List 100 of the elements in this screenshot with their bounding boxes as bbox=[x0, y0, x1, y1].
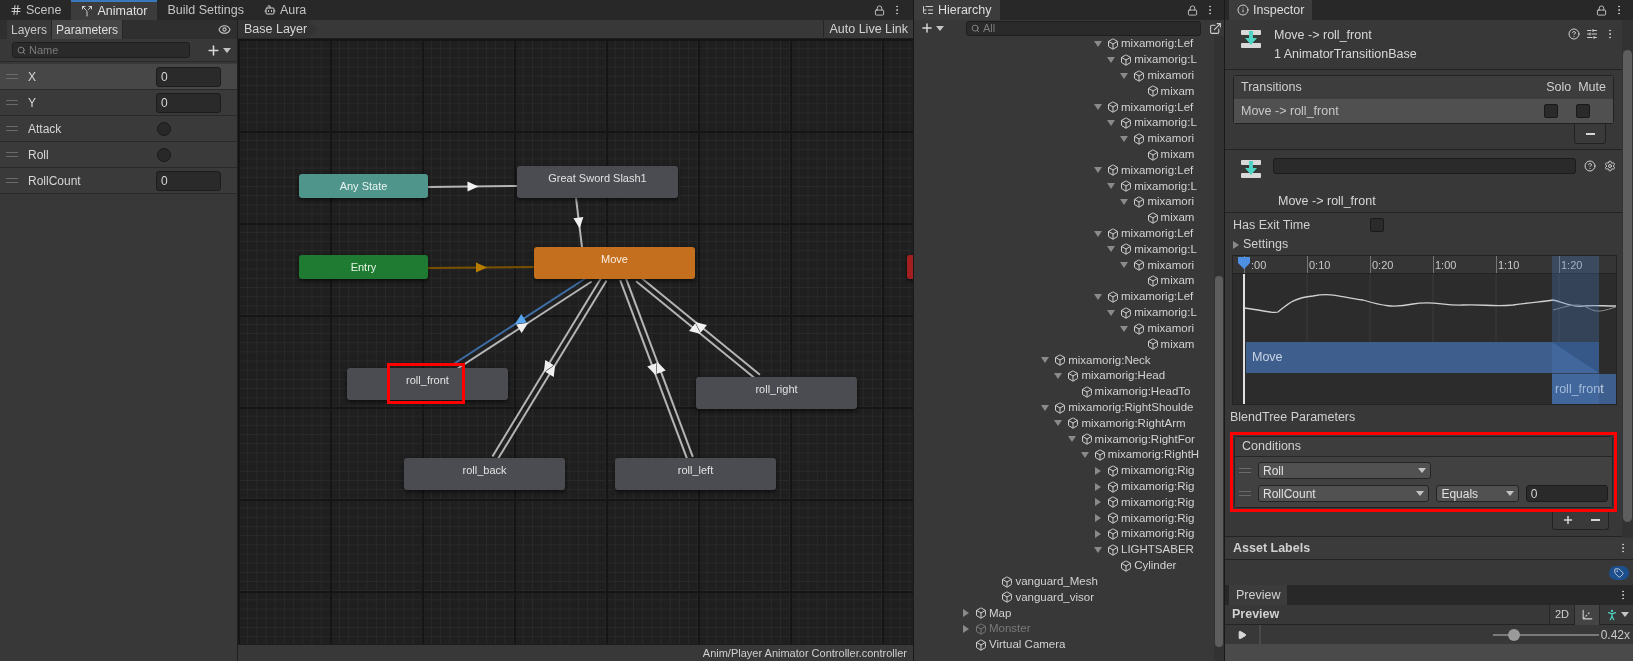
preview-tab[interactable]: Preview bbox=[1229, 585, 1288, 605]
editor-tab[interactable]: Animator bbox=[71, 0, 158, 20]
disclosure-triangle-icon[interactable] bbox=[1107, 55, 1116, 64]
disclosure-triangle-icon[interactable] bbox=[1107, 308, 1116, 317]
hierarchy-item[interactable]: mixamorig:RightArm bbox=[914, 415, 1214, 432]
checkbox[interactable] bbox=[1576, 104, 1590, 118]
hierarchy-item[interactable]: mixamori bbox=[914, 257, 1214, 274]
disclosure-triangle-icon[interactable] bbox=[1120, 198, 1129, 207]
search-field[interactable]: Name bbox=[12, 42, 190, 58]
hierarchy-item[interactable]: mixamori bbox=[914, 320, 1214, 337]
hierarchy-item[interactable]: Virtual Camera bbox=[914, 636, 1214, 653]
editor-tab[interactable]: Build Settings bbox=[157, 0, 254, 20]
disclosure-triangle-icon[interactable] bbox=[1107, 245, 1116, 254]
panel-tab[interactable]: Layers bbox=[7, 20, 53, 39]
checkbox[interactable] bbox=[157, 121, 171, 136]
hierarchy-item[interactable]: mixamorig:Rig bbox=[914, 510, 1214, 527]
dropdown[interactable]: Roll bbox=[1258, 462, 1431, 479]
hierarchy-item[interactable]: mixam bbox=[914, 336, 1214, 353]
value-field[interactable]: 0 bbox=[156, 66, 221, 87]
disclosure-triangle-icon[interactable] bbox=[1041, 403, 1050, 412]
disclosure-triangle-icon[interactable] bbox=[1094, 498, 1102, 507]
hierarchy-item[interactable]: Map bbox=[914, 605, 1214, 622]
hierarchy-item[interactable]: mixamorig:Lef bbox=[914, 162, 1214, 179]
hierarchy-item[interactable]: mixamorig:Neck bbox=[914, 352, 1214, 369]
presets-icon[interactable] bbox=[1586, 28, 1598, 40]
hierarchy-item[interactable]: mixamori bbox=[914, 194, 1214, 210]
name-field[interactable] bbox=[1273, 158, 1576, 174]
eye-icon[interactable] bbox=[218, 23, 231, 36]
state-node[interactable]: Great Sword Slash1 bbox=[517, 166, 678, 198]
hierarchy-item[interactable]: mixamorig:Lef bbox=[914, 36, 1214, 52]
hierarchy-item[interactable]: Cylinder bbox=[914, 557, 1214, 574]
drag-handle-icon[interactable] bbox=[6, 178, 18, 183]
disclosure-triangle-icon[interactable] bbox=[1094, 482, 1102, 491]
transition-row[interactable]: Move -> roll_front bbox=[1234, 99, 1613, 123]
drag-handle-icon[interactable] bbox=[1239, 491, 1251, 496]
drag-handle-icon[interactable] bbox=[6, 126, 18, 131]
hierarchy-tab[interactable]: Hierarchy bbox=[914, 0, 1000, 20]
transition-arrow[interactable] bbox=[427, 181, 518, 192]
disclosure-triangle-icon[interactable] bbox=[1120, 71, 1129, 80]
disclosure-triangle-icon[interactable] bbox=[1054, 419, 1063, 428]
disclosure-triangle-icon[interactable] bbox=[1094, 229, 1102, 238]
hierarchy-item[interactable]: mixamori bbox=[914, 130, 1214, 147]
hierarchy-item[interactable]: mixamorig:HeadTo bbox=[914, 383, 1214, 400]
remove-condition-button[interactable] bbox=[1590, 518, 1600, 521]
disclosure-triangle-icon[interactable] bbox=[1120, 324, 1129, 333]
state-node[interactable]: roll_front bbox=[347, 368, 508, 400]
scene-visibility-icon[interactable] bbox=[1209, 21, 1222, 35]
transition-timeline[interactable]: :00 0:10 0:20 1:00 1:10 1:20 Move roll_front bbox=[1232, 255, 1617, 405]
checkbox[interactable] bbox=[1370, 218, 1384, 232]
hierarchy-item[interactable]: vanguard_visor bbox=[914, 589, 1214, 606]
dropdown[interactable]: RollCount bbox=[1258, 485, 1430, 502]
help-icon[interactable] bbox=[1584, 160, 1596, 172]
drag-handle-icon[interactable] bbox=[6, 74, 18, 79]
remove-button[interactable] bbox=[1574, 124, 1606, 144]
disclosure-triangle-icon[interactable] bbox=[1120, 261, 1129, 270]
hierarchy-item[interactable]: mixamorig:L bbox=[914, 241, 1214, 258]
disclosure-triangle-icon[interactable] bbox=[1094, 292, 1102, 301]
inspector-tab[interactable]: Inspector bbox=[1229, 0, 1313, 20]
help-icon[interactable] bbox=[1568, 28, 1580, 40]
hierarchy-item[interactable]: mixamorig:Lef bbox=[914, 225, 1214, 242]
hierarchy-item[interactable]: mixamori bbox=[914, 67, 1214, 84]
settings-icon[interactable] bbox=[1604, 160, 1616, 172]
disclosure-triangle-icon[interactable] bbox=[1094, 39, 1102, 48]
disclosure-triangle-icon[interactable] bbox=[1094, 545, 1102, 554]
source-state-bar[interactable]: Move bbox=[1246, 342, 1599, 373]
disclosure-triangle-icon[interactable] bbox=[1080, 451, 1089, 460]
lock-icon[interactable] bbox=[1187, 4, 1198, 16]
settings-foldout[interactable]: Settings bbox=[1232, 235, 1289, 254]
dropdown[interactable]: Equals bbox=[1436, 485, 1519, 502]
disclosure-triangle-icon[interactable] bbox=[1094, 103, 1102, 112]
speed-slider[interactable] bbox=[1492, 628, 1599, 641]
disclosure-triangle-icon[interactable] bbox=[1094, 466, 1102, 475]
disclosure-triangle-icon[interactable] bbox=[1094, 530, 1102, 539]
hierarchy-item[interactable]: mixamorig:Rig bbox=[914, 526, 1214, 542]
value-field[interactable]: 0 bbox=[1525, 485, 1608, 502]
drag-handle-icon[interactable] bbox=[6, 152, 18, 157]
parameter-row[interactable]: Y 0 bbox=[0, 90, 237, 116]
parameter-row[interactable]: RollCount 0 bbox=[0, 168, 237, 194]
editor-tab[interactable]: Scene bbox=[0, 0, 72, 20]
hierarchy-item[interactable]: mixam bbox=[914, 273, 1214, 289]
hierarchy-item[interactable]: mixamorig:Head bbox=[914, 368, 1214, 384]
create-button[interactable] bbox=[920, 21, 944, 35]
scrollbar[interactable] bbox=[1622, 20, 1633, 538]
hierarchy-item[interactable]: mixamorig:Rig bbox=[914, 478, 1214, 495]
state-node[interactable]: Entry bbox=[299, 255, 428, 279]
transition-arrow[interactable] bbox=[573, 197, 584, 248]
state-node[interactable]: roll_back bbox=[404, 458, 565, 490]
lock-icon[interactable] bbox=[1596, 4, 1607, 16]
add-parameter-button[interactable] bbox=[206, 42, 231, 58]
value-field[interactable]: 0 bbox=[156, 92, 221, 113]
hierarchy-item[interactable]: vanguard_Mesh bbox=[914, 573, 1214, 590]
panel-tab[interactable]: Parameters bbox=[52, 20, 124, 39]
hierarchy-item[interactable]: mixam bbox=[914, 209, 1214, 226]
hierarchy-item[interactable]: mixamorig:RightH bbox=[914, 447, 1214, 463]
state-node[interactable]: roll_left bbox=[615, 458, 776, 490]
hierarchy-item[interactable]: mixamorig:RightShoulde bbox=[914, 399, 1214, 416]
hierarchy-item[interactable]: mixamorig:Rig bbox=[914, 494, 1214, 511]
disclosure-triangle-icon[interactable] bbox=[1054, 371, 1063, 380]
hierarchy-item[interactable]: mixamorig:L bbox=[914, 51, 1214, 68]
hierarchy-item[interactable]: mixamorig:Lef bbox=[914, 289, 1214, 305]
